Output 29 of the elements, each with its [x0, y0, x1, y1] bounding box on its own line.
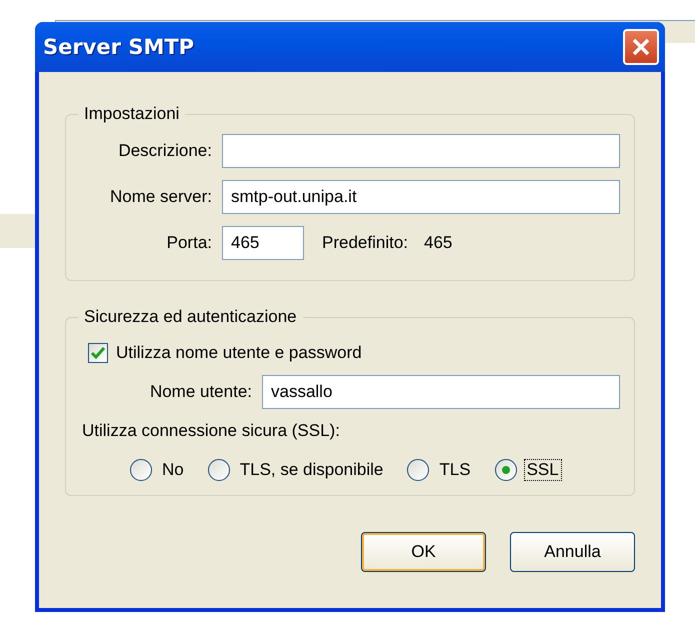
checkbox[interactable] — [88, 343, 108, 363]
radio-button[interactable] — [130, 459, 152, 481]
radio-button[interactable] — [208, 459, 230, 481]
port-field[interactable]: 465 — [222, 226, 304, 260]
cancel-button[interactable]: Annulla — [510, 532, 635, 572]
group-title: Impostazioni — [83, 104, 180, 124]
field-label: Nome utente: — [148, 382, 252, 402]
text-field[interactable]: smtp-out.unipa.it — [222, 180, 620, 214]
field-label: Nome server: — [108, 187, 212, 207]
check-icon — [91, 347, 105, 359]
ok-button[interactable]: OK — [361, 532, 486, 572]
close-icon — [631, 37, 651, 57]
radio-label: No — [161, 460, 185, 480]
default-value: 465 — [424, 233, 452, 253]
text-field[interactable] — [222, 134, 620, 168]
group-title: Sicurezza ed autenticazione — [83, 307, 298, 327]
field-label: Porta: — [166, 233, 212, 253]
ssl-label: Utilizza connessione sicura (SSL): — [82, 421, 341, 441]
checkbox-label: Utilizza nome utente e password — [116, 343, 362, 363]
default-label: Predefinito: — [322, 233, 408, 253]
close-button[interactable] — [623, 29, 659, 65]
radio-label: TLS — [438, 460, 472, 480]
field-label: Descrizione: — [117, 141, 212, 161]
radio-button[interactable] — [407, 459, 430, 481]
radio-label: TLS, se disponibile — [238, 460, 384, 480]
window-title: Server SMTP — [43, 35, 194, 59]
radio-button[interactable] — [494, 459, 517, 481]
radio-label: SSL — [524, 460, 561, 480]
username-field[interactable]: vassallo — [262, 375, 620, 409]
